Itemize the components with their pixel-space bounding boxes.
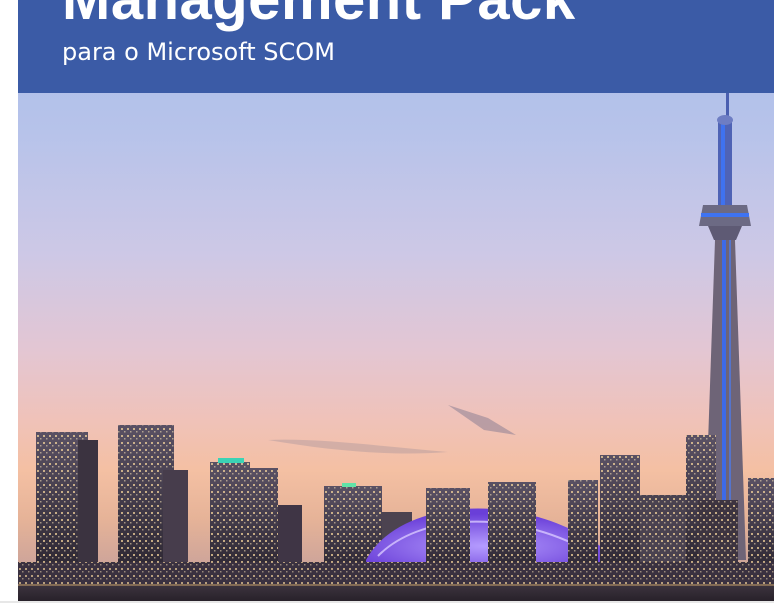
cloud <box>448 405 516 435</box>
page-subtitle: para o Microsoft SCOM <box>62 38 335 66</box>
page-title: Management Pack <box>62 0 576 33</box>
cover-image: Management Pack para o Microsoft SCOM <box>18 0 774 603</box>
header-band: Management Pack para o Microsoft SCOM <box>18 0 774 93</box>
